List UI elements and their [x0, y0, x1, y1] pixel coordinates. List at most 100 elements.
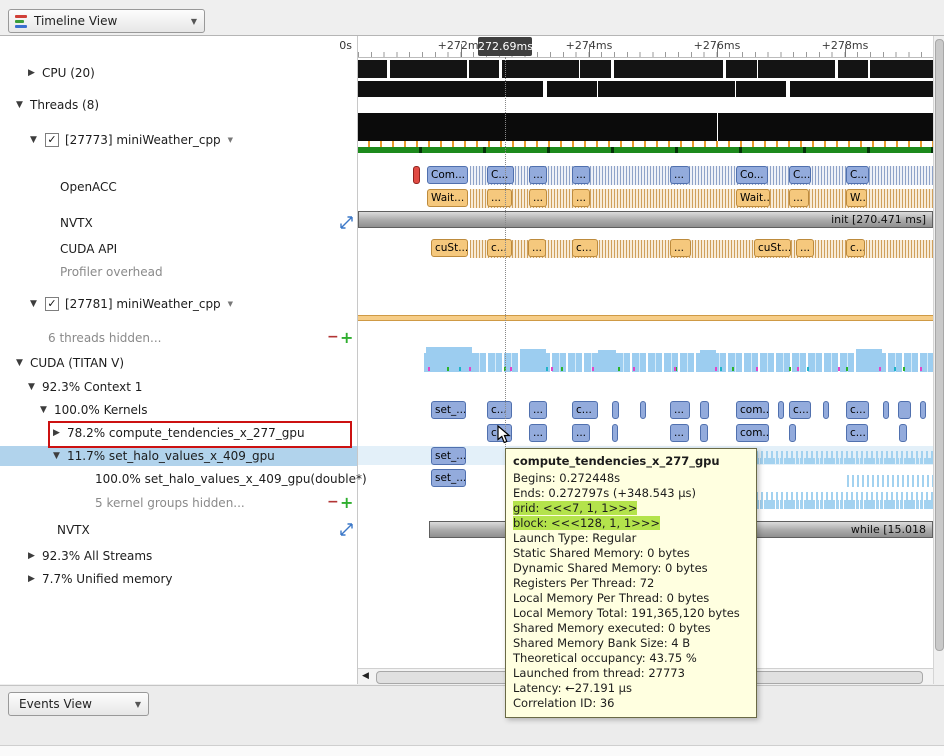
kernel-block[interactable]	[612, 424, 618, 442]
kernel-block[interactable]: com...	[736, 424, 769, 442]
cuda-api-block[interactable]: c...	[487, 239, 512, 257]
tree-row-all-streams[interactable]: ▶ 92.3% All Streams	[0, 546, 357, 566]
kernel-block[interactable]: ...	[529, 424, 547, 442]
hidden-threads-strip[interactable]	[358, 315, 933, 321]
kernel-block[interactable]	[898, 401, 911, 419]
openacc-block[interactable]: Co...	[736, 166, 768, 184]
openacc-block[interactable]: C...	[846, 166, 869, 184]
kernel-block[interactable]: c...	[846, 424, 868, 442]
visibility-checkbox[interactable]: ✓	[45, 133, 59, 147]
openacc-wait-block[interactable]: W...	[846, 189, 867, 207]
tree-row-threads-hidden[interactable]: 6 threads hidden... − +	[0, 328, 357, 348]
cpu-activity-bars[interactable]	[358, 60, 933, 78]
tree-row-nvtx-cuda[interactable]: NVTX	[0, 520, 357, 540]
kernel-block[interactable]	[778, 401, 784, 419]
expander-icon[interactable]: ▼	[28, 382, 42, 392]
tree-row-set-halo[interactable]: ▼ 11.7% set_halo_values_x_409_gpu	[0, 446, 357, 466]
openacc-wait-block[interactable]: ...	[487, 189, 512, 207]
openacc-block[interactable]: ...	[529, 166, 547, 184]
tree-row-threads[interactable]: ▼ Threads (8)	[0, 95, 357, 115]
expander-icon[interactable]: ▼	[30, 299, 44, 309]
expander-icon[interactable]: ▼	[30, 135, 44, 145]
cuda-api-block[interactable]: c...	[572, 239, 598, 257]
tree-row-profiler-overhead[interactable]: Profiler overhead	[0, 262, 357, 282]
process-menu-caret-icon[interactable]: ▼	[228, 136, 233, 144]
kernel-block[interactable]: c...	[846, 401, 869, 419]
kernel-block[interactable]	[700, 424, 708, 442]
openacc-block[interactable]: C...	[487, 166, 514, 184]
kernel-block[interactable]	[789, 424, 796, 442]
expander-icon[interactable]: ▶	[28, 551, 42, 561]
kernel-block[interactable]	[883, 401, 889, 419]
cuda-api-block[interactable]: cuSt...	[754, 239, 791, 257]
openacc-block[interactable]: ...	[572, 166, 590, 184]
tree-row-kernels[interactable]: ▼ 100.0% Kernels	[0, 400, 357, 420]
cuda-api-block[interactable]: ...	[670, 239, 691, 257]
openacc-wait-block[interactable]: Wait...	[736, 189, 770, 207]
expander-icon[interactable]: ▶	[28, 68, 42, 78]
openacc-block[interactable]: C...	[789, 166, 811, 184]
openacc-wait-block[interactable]: ...	[789, 189, 809, 207]
kernel-block[interactable]	[920, 401, 926, 419]
openacc-wait-block[interactable]: ...	[572, 189, 590, 207]
kernel-block[interactable]: ...	[670, 401, 690, 419]
tree-row-cuda-api[interactable]: CUDA API	[0, 239, 357, 259]
cuda-api-block[interactable]: c...	[846, 239, 865, 257]
threads-activity-bars[interactable]	[358, 81, 933, 97]
thread-27773-state-strip[interactable]	[358, 147, 933, 153]
kernel-minibars[interactable]	[756, 500, 933, 509]
kernel-minibars[interactable]	[847, 475, 933, 487]
openacc-wait-block[interactable]: ...	[529, 189, 547, 207]
visibility-checkbox[interactable]: ✓	[45, 297, 59, 311]
cuda-api-block[interactable]: cuSt...	[431, 239, 468, 257]
tree-row-nvtx-27773[interactable]: NVTX	[0, 213, 357, 233]
expander-icon[interactable]: ▼	[16, 100, 30, 110]
kernel-block[interactable]: set_...	[431, 469, 466, 487]
kernel-minibars[interactable]	[756, 458, 933, 464]
kernel-block[interactable]: ...	[529, 401, 547, 419]
tree-row-unified-memory[interactable]: ▶ 7.7% Unified memory	[0, 569, 357, 589]
openacc-wait-block[interactable]: Wait...	[427, 189, 468, 207]
tree-row-kernel-groups-hidden[interactable]: 5 kernel groups hidden... − +	[0, 493, 357, 513]
show-row-icon[interactable]: +	[340, 328, 353, 347]
timeline-view-dropdown[interactable]: Timeline View ▼	[8, 9, 205, 33]
kernel-block[interactable]: ...	[670, 424, 689, 442]
tree-row-process-27781[interactable]: ▼ ✓ [27781] miniWeather_cpp ▼	[0, 294, 357, 314]
scroll-left-button[interactable]: ◀	[358, 669, 373, 684]
kernel-block[interactable]: set_...	[431, 401, 466, 419]
kernel-block[interactable]	[823, 401, 829, 419]
hide-row-icon[interactable]: −	[327, 329, 339, 345]
tree-row-context1[interactable]: ▼ 92.3% Context 1	[0, 377, 357, 397]
hide-row-icon[interactable]: −	[327, 494, 339, 510]
expand-rows-icon[interactable]	[340, 216, 353, 232]
expand-rows-icon[interactable]	[340, 523, 353, 539]
tree-row-set-halo-double[interactable]: 100.0% set_halo_values_x_409_gpu(double*…	[0, 469, 357, 489]
vertical-scroll-thumb[interactable]	[935, 39, 944, 651]
kernel-block[interactable]	[700, 401, 709, 419]
kernel-block[interactable]: c...	[789, 401, 811, 419]
events-view-dropdown[interactable]: Events View ▼	[8, 692, 149, 716]
nvtx-range-init[interactable]: init [270.471 ms]	[358, 211, 933, 228]
tree-row-cpu[interactable]: ▶ CPU (20)	[0, 63, 357, 83]
kernel-block[interactable]	[640, 401, 646, 419]
expander-icon[interactable]: ▼	[53, 451, 67, 461]
kernel-block[interactable]: ...	[572, 424, 590, 442]
tree-row-openacc[interactable]: OpenACC	[0, 177, 357, 197]
expander-icon[interactable]: ▼	[16, 358, 30, 368]
openacc-block[interactable]: ...	[670, 166, 690, 184]
show-row-icon[interactable]: +	[340, 493, 353, 512]
kernel-block[interactable]: com...	[736, 401, 769, 419]
kernel-block[interactable]	[612, 401, 619, 419]
openacc-block[interactable]	[413, 166, 420, 184]
tree-row-cuda-device[interactable]: ▼ CUDA (TITAN V)	[0, 353, 357, 373]
expander-icon[interactable]: ▶	[28, 574, 42, 584]
kernel-block[interactable]: set_...	[431, 447, 466, 465]
kernel-block[interactable]: c...	[487, 401, 512, 419]
thread-27773-activity-bars[interactable]	[358, 113, 933, 141]
tree-row-process-27773[interactable]: ▼ ✓ [27773] miniWeather_cpp ▼	[0, 130, 357, 150]
cuda-api-block[interactable]: ...	[528, 239, 546, 257]
expander-icon[interactable]: ▼	[40, 405, 54, 415]
kernel-block[interactable]	[899, 424, 907, 442]
openacc-block[interactable]: Com...	[427, 166, 468, 184]
cuda-api-block[interactable]: ...	[796, 239, 814, 257]
